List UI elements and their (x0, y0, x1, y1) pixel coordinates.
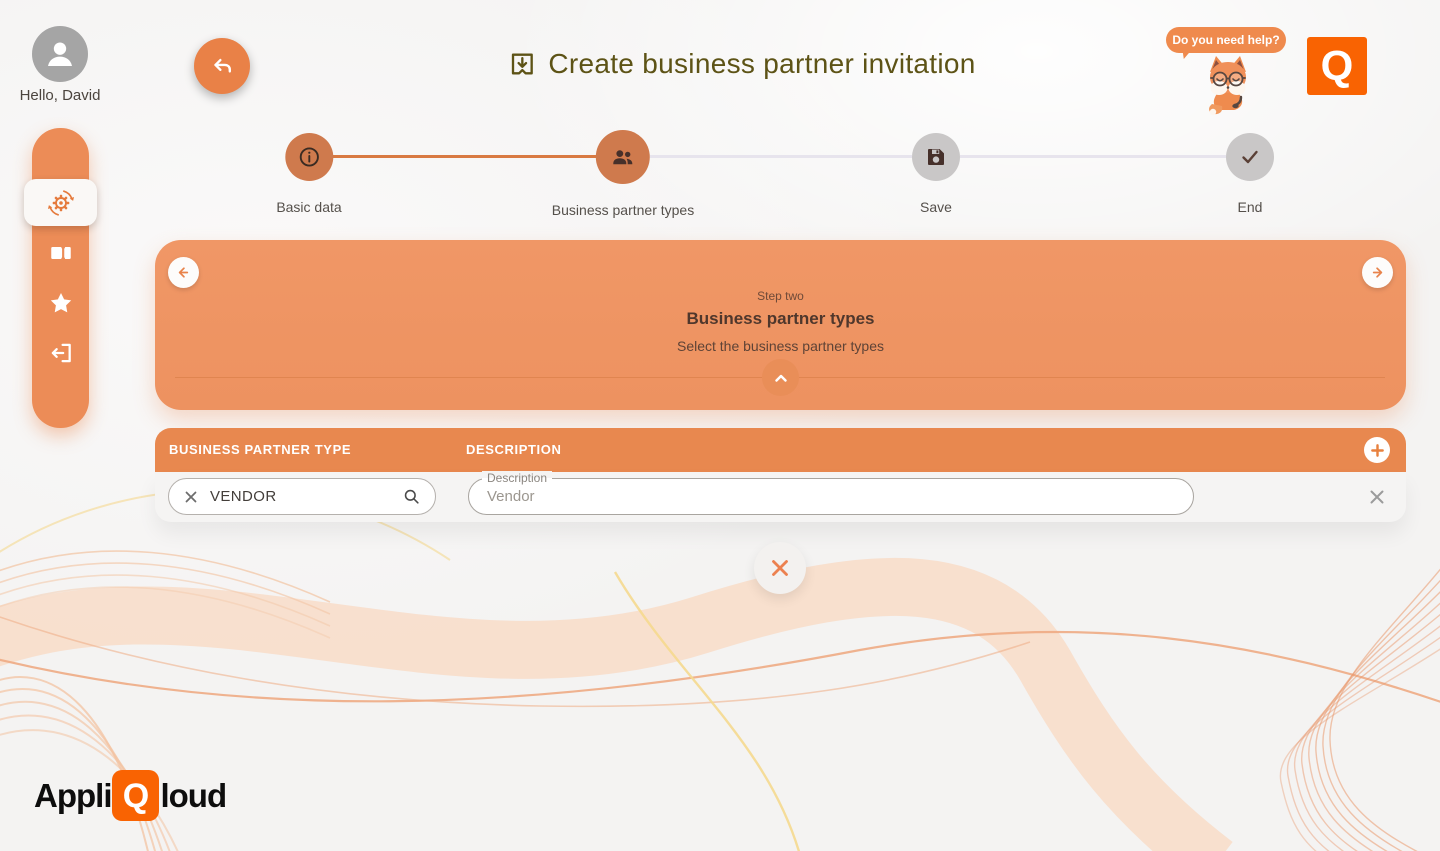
step-label: Basic data (276, 199, 341, 215)
arrow-right-icon (1369, 264, 1386, 281)
footer-brand-logo: Appli Q loud (34, 770, 226, 821)
cancel-wizard-button[interactable] (754, 542, 806, 594)
x-icon (1367, 487, 1387, 507)
back-button[interactable] (194, 38, 250, 94)
sidebar-item-settings[interactable] (24, 179, 97, 226)
partner-type-value: VENDOR (210, 488, 402, 505)
step-label: Business partner types (552, 202, 694, 218)
brand-prefix: Appli (34, 777, 111, 815)
description-input[interactable] (469, 479, 1193, 514)
sidebar-item-tickets[interactable] (32, 238, 89, 268)
column-header-partner-type: BUSINESS PARTNER TYPE (169, 428, 351, 472)
background-waves (0, 0, 1440, 851)
ticket-icon (48, 240, 74, 266)
step-end[interactable]: End (1226, 130, 1274, 215)
column-header-description: DESCRIPTION (466, 428, 561, 472)
panel-subtitle: Select the business partner types (155, 338, 1406, 354)
step-save[interactable]: Save (912, 130, 960, 215)
step-business-partner-types[interactable]: Business partner types (552, 130, 694, 218)
help-bubble-text: Do you need help? (1172, 33, 1279, 47)
sidebar-item-favorites[interactable] (32, 288, 89, 318)
next-step-button[interactable] (1362, 257, 1393, 288)
partner-type-select[interactable]: VENDOR (168, 478, 436, 515)
sidebar (32, 128, 89, 428)
step-basic-data[interactable]: Basic data (276, 130, 341, 215)
logout-icon (48, 340, 74, 366)
info-icon (297, 145, 321, 169)
collapse-panel-button[interactable] (762, 359, 799, 396)
user-avatar[interactable] (32, 26, 88, 82)
page-title-text: Create business partner invitation (548, 48, 975, 80)
gear-sync-icon (44, 186, 78, 220)
chevron-up-icon (773, 370, 789, 386)
help-bubble[interactable]: Do you need help? (1166, 27, 1286, 53)
step-label: Save (912, 199, 960, 215)
sidebar-item-logout[interactable] (32, 338, 89, 368)
fox-mascot-icon[interactable] (1188, 52, 1268, 116)
invitation-icon (508, 50, 536, 78)
arrow-left-icon (175, 264, 192, 281)
table-header: BUSINESS PARTNER TYPE DESCRIPTION (155, 428, 1406, 472)
plus-icon (1370, 443, 1385, 458)
save-icon (924, 145, 948, 169)
user-greeting: Hello, David (20, 87, 101, 104)
people-icon (611, 145, 635, 169)
description-field-label: Description (482, 471, 552, 485)
panel-step-label: Step two (155, 289, 1406, 303)
search-icon[interactable] (402, 487, 421, 506)
stepper-connector-pending (960, 155, 1226, 158)
step-label: End (1226, 199, 1274, 215)
close-x-icon (768, 556, 792, 580)
app-logo-letter: Q (1321, 45, 1354, 87)
star-icon (48, 290, 74, 316)
check-icon (1238, 145, 1262, 169)
delete-row-button[interactable] (1365, 485, 1389, 509)
app-logo-badge: Q (1307, 37, 1367, 95)
undo-arrow-icon (209, 53, 235, 79)
add-row-button[interactable] (1364, 437, 1390, 463)
previous-step-button[interactable] (168, 257, 199, 288)
brand-q-badge: Q (112, 770, 159, 821)
page-title: Create business partner invitation (508, 48, 975, 80)
clear-selection-icon[interactable] (183, 489, 199, 505)
description-field: Description (468, 478, 1194, 515)
brand-suffix: loud (160, 777, 226, 815)
person-icon (40, 34, 80, 74)
table-row: VENDOR Description (155, 472, 1406, 522)
panel-title: Business partner types (155, 309, 1406, 329)
